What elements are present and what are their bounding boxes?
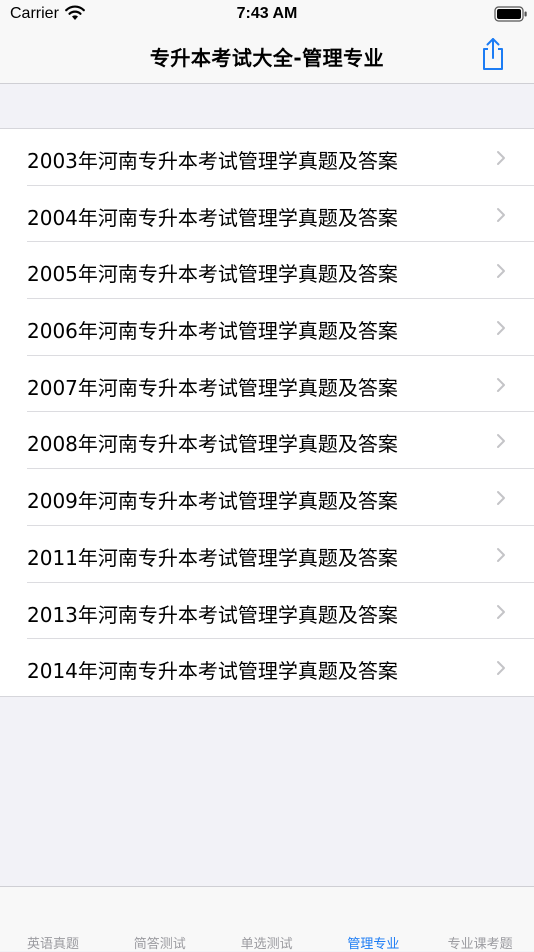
list-item[interactable]: 2003年河南专升本考试管理学真题及答案 bbox=[0, 129, 534, 186]
tab-1[interactable]: 英语真题 bbox=[0, 933, 106, 952]
list-item-label: 2011年河南专升本考试管理学真题及答案 bbox=[27, 545, 398, 570]
exam-list: 2003年河南专升本考试管理学真题及答案 2004年河南专升本考试管理学真题及答案… bbox=[0, 128, 534, 697]
list-item[interactable]: 2006年河南专升本考试管理学真题及答案 bbox=[0, 299, 534, 356]
status-time: 7:43 AM bbox=[236, 5, 298, 22]
chevron-right-icon bbox=[497, 547, 505, 562]
list-item[interactable]: 2008年河南专升本考试管理学真题及答案 bbox=[0, 412, 534, 470]
tab-2[interactable]: 简答测试 bbox=[107, 933, 213, 952]
page-title: 专升本考试大全-管理专业 bbox=[149, 46, 385, 70]
list-item-label: 2007年河南专升本考试管理学真题及答案 bbox=[27, 375, 398, 400]
list-item[interactable]: 2005年河南专升本考试管理学真题及答案 bbox=[0, 242, 534, 300]
list-item-label: 2014年河南专升本考试管理学真题及答案 bbox=[27, 659, 398, 684]
chevron-right-icon bbox=[497, 604, 505, 619]
list-item[interactable]: 2007年河南专升本考试管理学真题及答案 bbox=[0, 356, 534, 413]
list-item[interactable]: 2013年河南专升本考试管理学真题及答案 bbox=[0, 583, 534, 640]
list-item-label: 2009年河南专升本考试管理学真题及答案 bbox=[27, 489, 398, 514]
status-bar: Carrier 7:43 AM bbox=[0, 0, 534, 28]
navigation-bar: 专升本考试大全-管理专业 bbox=[0, 28, 534, 84]
chevron-right-icon bbox=[497, 207, 505, 222]
chevron-right-icon bbox=[497, 264, 505, 279]
list-item[interactable]: 2014年河南专升本考试管理学真题及答案 bbox=[0, 639, 534, 696]
tab-bar: 英语真题 简答测试 单选测试 管理专业 专业课考题 bbox=[0, 886, 534, 952]
chevron-right-icon bbox=[497, 151, 505, 165]
chevron-right-icon bbox=[497, 377, 505, 392]
list-item-label: 2004年河南专升本考试管理学真题及答案 bbox=[27, 205, 398, 230]
list-item-label: 2013年河南专升本考试管理学真题及答案 bbox=[27, 602, 398, 627]
list-item-label: 2008年河南专升本考试管理学真题及答案 bbox=[27, 432, 398, 457]
tab-4[interactable]: 管理专业 bbox=[320, 933, 426, 952]
share-icon[interactable] bbox=[478, 36, 508, 72]
chevron-right-icon bbox=[497, 661, 505, 676]
chevron-right-icon bbox=[497, 491, 505, 506]
list-item[interactable]: 2004年河南专升本考试管理学真题及答案 bbox=[0, 186, 534, 243]
list-item[interactable]: 2011年河南专升本考试管理学真题及答案 bbox=[0, 526, 534, 583]
tab-3[interactable]: 单选测试 bbox=[214, 933, 320, 952]
list-item-label: 2003年河南专升本考试管理学真题及答案 bbox=[27, 149, 398, 173]
chevron-right-icon bbox=[497, 321, 505, 336]
battery-icon bbox=[494, 6, 527, 22]
tab-5[interactable]: 专业课考题 bbox=[427, 933, 533, 952]
list-item[interactable]: 2009年河南专升本考试管理学真题及答案 bbox=[0, 469, 534, 526]
list-item-label: 2006年河南专升本考试管理学真题及答案 bbox=[27, 319, 398, 344]
list-item-label: 2005年河南专升本考试管理学真题及答案 bbox=[27, 262, 398, 287]
chevron-right-icon bbox=[497, 434, 505, 449]
